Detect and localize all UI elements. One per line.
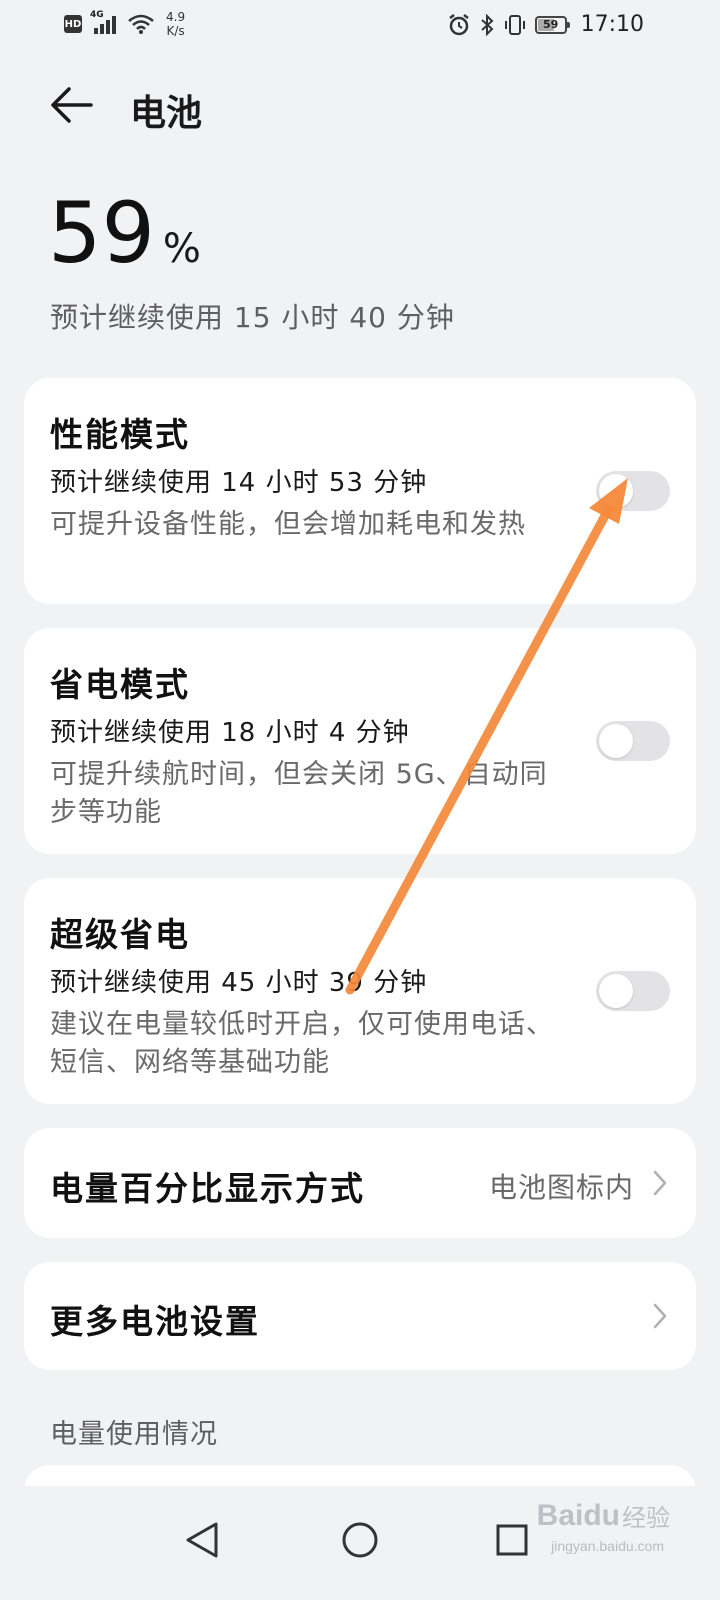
chevron-right-icon bbox=[650, 1168, 670, 1198]
performance-mode-card: 性能模式 预计继续使用 14 小时 53 分钟 可提升设备性能，但会增加耗电和发… bbox=[24, 378, 696, 604]
mode-description: 可提升设备性能，但会增加耗电和发热 bbox=[50, 509, 526, 540]
battery-percent-sign: % bbox=[162, 226, 201, 272]
nav-back-button[interactable] bbox=[170, 1508, 234, 1572]
status-right: 59 17:10 bbox=[447, 12, 644, 37]
battery-percent: 59% bbox=[48, 188, 201, 278]
vibrate-icon bbox=[504, 14, 525, 35]
nav-home-button[interactable] bbox=[328, 1508, 392, 1572]
mode-title: 性能模式 bbox=[50, 415, 190, 454]
baidu-watermark: Baidu 经验 bbox=[537, 1498, 670, 1533]
power-saving-mode-card: 省电模式 预计继续使用 18 小时 4 分钟 可提升续航时间，但会关闭 5G、自… bbox=[24, 628, 696, 854]
watermark-text: 经验 bbox=[622, 1504, 670, 1532]
nav-recents-button[interactable] bbox=[480, 1508, 544, 1572]
alarm-icon bbox=[448, 13, 469, 35]
bluetooth-icon bbox=[480, 13, 494, 36]
battery-estimate: 预计继续使用 15 小时 40 分钟 bbox=[50, 301, 455, 334]
circle-home-icon bbox=[342, 1522, 378, 1558]
status-left: HD 4G 4.9 K/s bbox=[64, 10, 185, 38]
battery-level: 59 bbox=[542, 18, 559, 31]
mode-description: 可提升续航时间，但会关闭 5G、自动同步等功能 bbox=[50, 759, 548, 828]
watermark-url: jingyan.baidu.com bbox=[551, 1538, 664, 1554]
clock: 17:10 bbox=[580, 12, 644, 37]
hd-badge: HD bbox=[64, 15, 82, 33]
mode-title: 省电模式 bbox=[50, 665, 190, 704]
toggle-knob bbox=[599, 474, 633, 508]
speed-unit: K/s bbox=[166, 24, 185, 38]
more-battery-settings-label: 更多电池设置 bbox=[50, 1302, 260, 1341]
more-battery-settings-row[interactable]: 更多电池设置 bbox=[24, 1262, 696, 1370]
signal-icon: 4G bbox=[90, 10, 120, 36]
battery-percent-value: 59 bbox=[48, 184, 155, 282]
chevron-right-icon bbox=[650, 1301, 670, 1331]
toggle-knob bbox=[599, 724, 633, 758]
mode-estimate: 预计继续使用 14 小时 53 分钟 bbox=[50, 468, 428, 498]
percent-display-value: 电池图标内 bbox=[488, 1171, 634, 1204]
back-arrow-icon bbox=[51, 87, 93, 123]
percent-display-row[interactable]: 电量百分比显示方式 电池图标内 bbox=[24, 1128, 696, 1238]
ultra-power-saving-card: 超级省电 预计继续使用 45 小时 39 分钟 建议在电量较低时开启，仅可使用电… bbox=[24, 878, 696, 1104]
triangle-back-icon bbox=[186, 1522, 218, 1558]
mode-estimate: 预计继续使用 18 小时 4 分钟 bbox=[50, 718, 410, 748]
watermark-logo: Baidu bbox=[536, 1498, 620, 1532]
ultra-power-saving-toggle[interactable] bbox=[596, 971, 670, 1011]
network-speed: 4.9 K/s bbox=[166, 10, 185, 38]
status-bar: HD 4G 4.9 K/s 59 17:10 bbox=[0, 0, 720, 50]
app-header: 电池 bbox=[0, 70, 720, 140]
square-recents-icon bbox=[496, 1524, 528, 1556]
usage-section-title: 电量使用情况 bbox=[50, 1419, 218, 1450]
speed-value: 4.9 bbox=[166, 10, 186, 24]
page-title: 电池 bbox=[130, 93, 203, 134]
mode-estimate: 预计继续使用 45 小时 39 分钟 bbox=[50, 968, 428, 998]
mode-description: 建议在电量较低时开启，仅可使用电话、短信、网络等基础功能 bbox=[50, 1009, 554, 1078]
toggle-knob bbox=[599, 974, 633, 1008]
power-saving-mode-toggle[interactable] bbox=[596, 721, 670, 761]
battery-icon: 59 bbox=[534, 15, 570, 34]
back-button[interactable] bbox=[44, 80, 98, 130]
performance-mode-toggle[interactable] bbox=[596, 471, 670, 511]
percent-display-label: 电量百分比显示方式 bbox=[50, 1169, 365, 1208]
wifi-icon bbox=[128, 14, 154, 34]
mode-title: 超级省电 bbox=[50, 915, 190, 954]
